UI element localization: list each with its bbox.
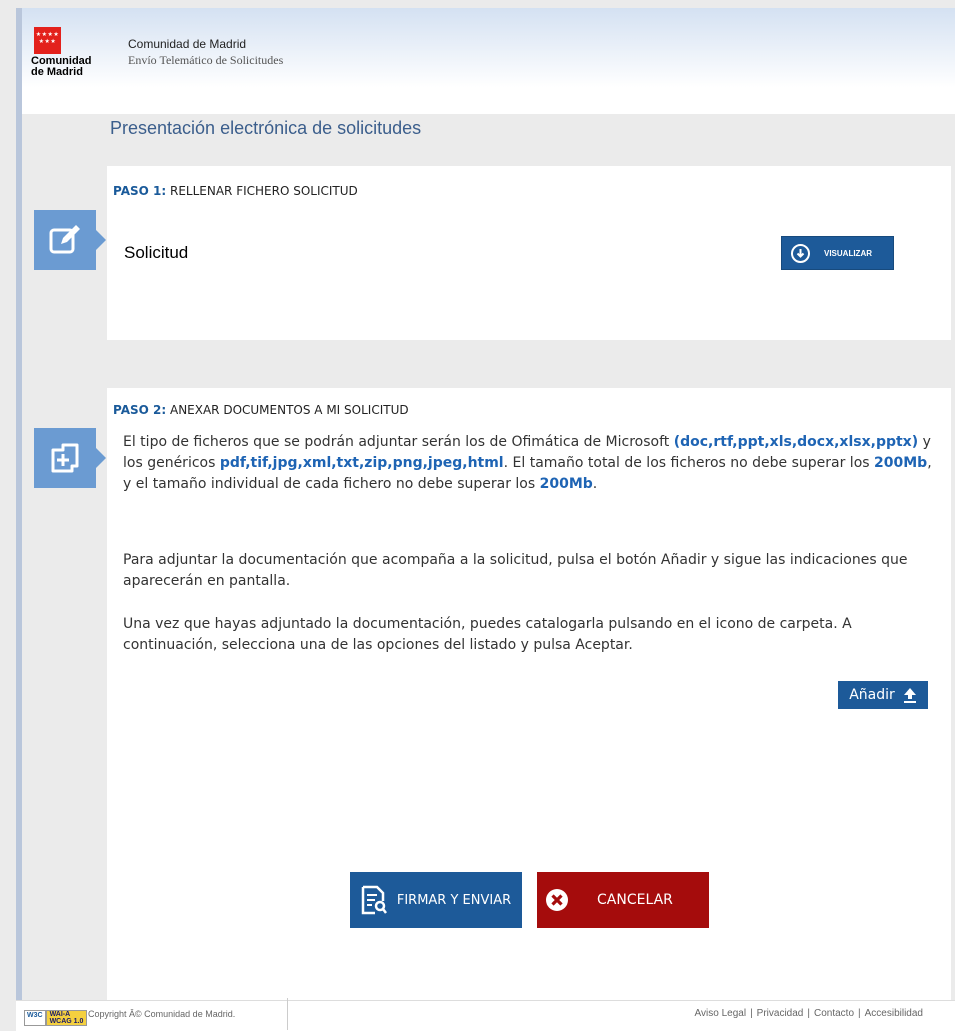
step2-prefix: PASO 2:: [113, 403, 167, 417]
left-sidebar-strip: [16, 8, 22, 1020]
close-circle-icon: [546, 889, 568, 911]
file-types-paragraph: El tipo de ficheros que se podrán adjunt…: [123, 432, 933, 495]
text-segment: El tipo de ficheros que se podrán adjunt…: [123, 434, 674, 450]
office-extensions: (doc,rtf,ppt,xls,docx,xlsx,pptx): [673, 434, 919, 450]
footer-divider: [287, 998, 288, 1030]
step2-heading: PASO 2: ANEXAR DOCUMENTOS A MI SOLICITUD: [113, 403, 409, 417]
upload-arrow-icon: [903, 688, 916, 703]
logo-text-line2: de Madrid: [31, 66, 83, 78]
footer-links: Aviso Legal | Privacidad | Contacto | Accesibi…: [694, 1008, 923, 1019]
total-size-limit: 200Mb: [874, 455, 928, 471]
visualizar-label: VISUALIZAR: [824, 248, 872, 258]
add-button[interactable]: Añadir: [838, 681, 928, 709]
madrid-flag-logo[interactable]: ★★★★ ★★★: [34, 27, 61, 54]
wai-line1: WAI-A: [49, 1011, 71, 1018]
step1-title: RELLENAR FICHERO SOLICITUD: [169, 184, 358, 198]
cancel-button[interactable]: CANCELAR: [537, 872, 709, 928]
sign-document-icon: [361, 885, 387, 915]
privacy-link[interactable]: Privacidad: [757, 1008, 804, 1019]
legal-notice-link[interactable]: Aviso Legal: [695, 1008, 747, 1019]
catalog-instructions-paragraph: Una vez que hayas adjuntado la documenta…: [123, 616, 852, 653]
step1-prefix: PASO 1:: [113, 184, 167, 198]
text-segment: .: [592, 476, 598, 492]
wai-a-badge[interactable]: W3C WAI-A WCAG 1.0: [24, 1010, 88, 1026]
step1-heading: PASO 1: RELLENAR FICHERO SOLICITUD: [113, 184, 358, 198]
copyright-text: Copyright Â© Comunidad de Madrid.: [88, 1009, 236, 1019]
attach-instructions-paragraph: Para adjuntar la documentación que acomp…: [123, 552, 908, 589]
header-app-name: Envío Telemático de Solicitudes: [128, 53, 284, 67]
sign-and-send-button[interactable]: FIRMAR Y ENVIAR: [350, 872, 522, 928]
add-button-label: Añadir: [849, 687, 895, 703]
solicitud-label: Solicitud: [124, 243, 189, 262]
accessibility-link[interactable]: Accesibilidad: [865, 1008, 923, 1019]
edit-document-icon: [34, 210, 106, 270]
text-segment: . El tamaño total de los ficheros no deb…: [503, 455, 875, 471]
download-circle-icon: [791, 243, 810, 263]
add-document-icon: [34, 428, 106, 488]
logo-text[interactable]: Comunidad de Madrid: [31, 56, 101, 78]
visualizar-button[interactable]: VISUALIZAR: [781, 236, 894, 270]
sign-and-send-label: FIRMAR Y ENVIAR: [396, 892, 512, 908]
wai-a-label: WAI-A WCAG 1.0: [45, 1010, 88, 1026]
step2-title: ANEXAR DOCUMENTOS A MI SOLICITUD: [169, 403, 409, 417]
wai-line2: WCAG 1.0: [49, 1018, 84, 1025]
contact-link[interactable]: Contacto: [814, 1008, 854, 1019]
generic-extensions: pdf,tif,jpg,xml,txt,zip,png,jpeg,html: [219, 455, 504, 471]
w3c-logo: W3C: [24, 1010, 46, 1026]
cancel-label: CANCELAR: [597, 892, 673, 908]
file-size-limit: 200Mb: [539, 476, 593, 492]
header-org-name: Comunidad de Madrid: [128, 37, 247, 51]
page-title: Presentación electrónica de solicitudes: [110, 118, 422, 138]
